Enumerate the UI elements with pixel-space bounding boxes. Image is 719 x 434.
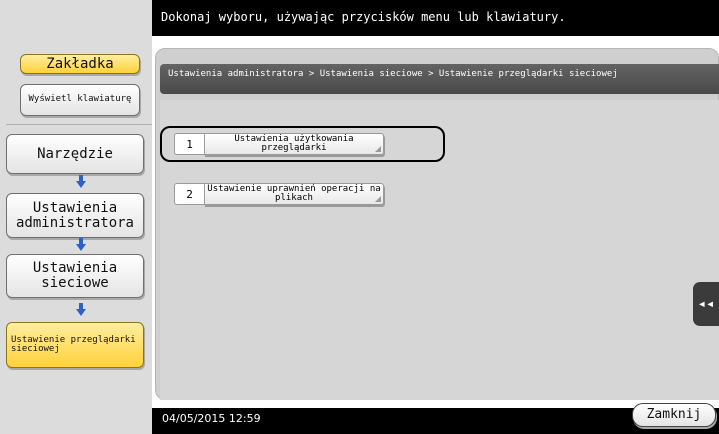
option-label: Ustawienie uprawnień operacji na plikach — [207, 184, 381, 203]
sidebar-item-label: Narzędzie — [37, 145, 113, 162]
sidebar-item-admin-settings[interactable]: Ustawienia administratora — [6, 193, 144, 238]
down-arrow-icon — [76, 238, 86, 251]
down-arrow-icon — [76, 175, 86, 188]
close-button[interactable]: Zamknij — [632, 403, 716, 427]
bookmark-tab-label: Zakładka — [46, 55, 114, 72]
down-arrow-icon — [76, 303, 86, 316]
instruction-bar: Dokonaj wyboru, używając przycisków menu… — [152, 0, 719, 36]
breadcrumb: Ustawienia administratora > Ustawienia s… — [160, 64, 719, 94]
breadcrumb-text: Ustawienia administratora > Ustawienia s… — [168, 69, 618, 79]
instruction-text: Dokonaj wyboru, używając przycisków menu… — [161, 10, 566, 24]
double-chevron-left-icon[interactable]: ◂◂ — [693, 282, 719, 326]
sidebar-item-label: Ustawienia sieciowe — [32, 260, 118, 291]
highlight-ring — [160, 126, 445, 162]
option-file-permissions[interactable]: 2 Ustawienie uprawnień operacji na plika… — [174, 183, 384, 205]
sidebar-item-network-settings[interactable]: Ustawienia sieciowe — [6, 254, 144, 298]
sidebar-divider — [6, 124, 152, 125]
show-keyboard-button[interactable]: Wyświetl klawiaturę — [20, 84, 140, 116]
sidebar-item-utility[interactable]: Narzędzie — [6, 134, 144, 174]
side-tab-glyph: ◂◂ — [697, 296, 715, 312]
sidebar-item-web-browser-setting[interactable]: Ustawienie przeglądarki sieciowej — [6, 322, 144, 368]
sidebar-item-label: Ustawienia administratora — [15, 199, 134, 231]
bookmark-tab-button[interactable]: Zakładka — [20, 54, 140, 74]
close-label: Zamknij — [646, 407, 702, 423]
datetime: 04/05/2015 12:59 — [162, 412, 261, 425]
sidebar-item-label: Ustawienie przeglądarki sieciowej — [11, 334, 136, 354]
option-file-permissions-button[interactable]: Ustawienie uprawnień operacji na plikach — [204, 183, 384, 205]
show-keyboard-label: Wyświetl klawiaturę — [28, 94, 132, 105]
option-number: 2 — [174, 183, 204, 205]
